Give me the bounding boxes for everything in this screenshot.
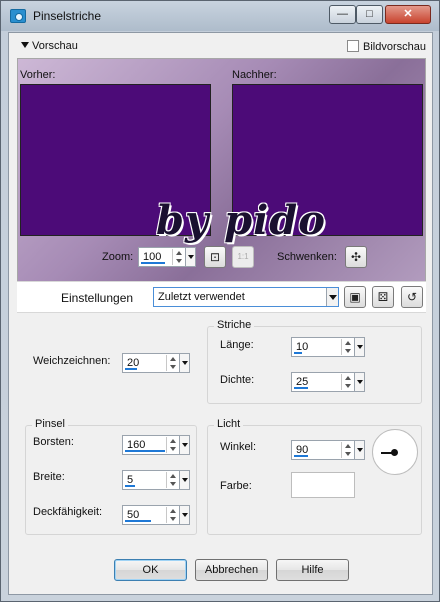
preset-select[interactable]: Zuletzt verwendet <box>153 287 339 307</box>
spin-arrows-icon[interactable] <box>341 442 353 458</box>
dichte-label: Dichte: <box>220 374 255 386</box>
value-indicator <box>294 352 302 354</box>
licht-title: Licht <box>214 418 244 430</box>
dialog-client: Vorschau Bildvorschau Vorher: Nachher: b… <box>8 32 433 595</box>
preview-area: Vorher: Nachher: by pido Zoom: 100 ⊡ 1:1… <box>17 58 426 296</box>
dialog-window: Pinselstriche — □ ✕ Vorschau Bildvorscha… <box>0 0 440 602</box>
weichzeichnen-spinner[interactable]: 20 <box>122 353 190 373</box>
winkel-label: Winkel: <box>220 441 257 453</box>
reset-button[interactable]: ↺ <box>401 286 423 308</box>
spin-arrows-icon[interactable] <box>172 249 184 265</box>
value-indicator <box>294 387 308 389</box>
angle-dial[interactable] <box>372 429 418 475</box>
spin-arrows-icon[interactable] <box>166 437 178 453</box>
pan-label: Schwenken: <box>277 251 337 263</box>
value-indicator <box>125 368 137 370</box>
dropdown-arrow-icon[interactable] <box>326 288 338 306</box>
fit-icon: ⊡ <box>209 250 221 264</box>
dropdown-arrow-icon[interactable] <box>179 506 189 524</box>
zoom-indicator <box>141 262 165 264</box>
borsten-spinner[interactable]: 160 <box>122 435 190 455</box>
help-button[interactable]: Hilfe <box>276 559 349 581</box>
breite-label: Breite: <box>33 471 65 483</box>
app-icon <box>10 9 26 23</box>
dropdown-arrow-icon[interactable] <box>179 354 189 372</box>
move-icon: ✣ <box>350 250 362 264</box>
dropdown-arrow-icon[interactable] <box>185 248 195 266</box>
window-title: Pinselstriche <box>33 9 102 23</box>
spin-arrows-icon[interactable] <box>341 374 353 390</box>
zoom-label: Zoom: <box>102 251 134 263</box>
color-swatch[interactable] <box>291 472 355 498</box>
checkbox-box[interactable] <box>347 40 359 52</box>
preview-toggle-label: Vorschau <box>32 40 78 52</box>
collapse-triangle-icon <box>21 42 29 48</box>
laenge-label: Länge: <box>220 339 254 351</box>
settings-label: Einstellungen <box>61 291 134 305</box>
pinsel-title: Pinsel <box>32 418 68 430</box>
actual-size-icon: 1:1 <box>237 252 249 261</box>
spin-arrows-icon[interactable] <box>166 355 178 371</box>
preview-toggle[interactable]: Vorschau <box>21 40 78 52</box>
randomize-button[interactable]: ⚄ <box>372 286 394 308</box>
dial-center-icon <box>391 449 398 456</box>
winkel-spinner[interactable]: 90 <box>291 440 365 460</box>
bildvorschau-label: Bildvorschau <box>363 41 426 53</box>
deckfaehigkeit-label: Deckfähigkeit: <box>33 506 103 518</box>
spin-arrows-icon[interactable] <box>166 472 178 488</box>
dropdown-arrow-icon[interactable] <box>354 338 364 356</box>
preset-value: Zuletzt verwendet <box>158 291 245 303</box>
zoom-fit-button[interactable]: ⊡ <box>204 246 226 268</box>
value-indicator <box>125 485 135 487</box>
breite-spinner[interactable]: 5 <box>122 470 190 490</box>
spin-arrows-icon[interactable] <box>341 339 353 355</box>
save-preset-button[interactable]: ▣ <box>344 286 366 308</box>
striche-title: Striche <box>214 319 255 331</box>
settings-bar: Einstellungen Zuletzt verwendet ▣ ⚄ ↺ <box>17 281 426 313</box>
bildvorschau-checkbox[interactable]: Bildvorschau <box>347 40 426 53</box>
dice-icon: ⚄ <box>377 290 389 304</box>
laenge-spinner[interactable]: 10 <box>291 337 365 357</box>
save-icon: ▣ <box>349 290 361 304</box>
after-label: Nachher: <box>232 69 277 81</box>
value-indicator <box>125 520 151 522</box>
dropdown-arrow-icon[interactable] <box>179 471 189 489</box>
before-label: Vorher: <box>20 69 56 81</box>
minimize-button[interactable]: — <box>329 5 356 24</box>
watermark-text: by pido <box>156 197 326 244</box>
title-bar[interactable]: Pinselstriche — □ ✕ <box>1 1 439 31</box>
zoom-spinner[interactable]: 100 <box>138 247 196 267</box>
close-button[interactable]: ✕ <box>385 5 431 24</box>
maximize-button[interactable]: □ <box>356 5 383 24</box>
pan-button[interactable]: ✣ <box>345 246 367 268</box>
borsten-label: Borsten: <box>33 436 74 448</box>
reset-icon: ↺ <box>406 290 418 304</box>
dropdown-arrow-icon[interactable] <box>354 441 364 459</box>
cancel-button[interactable]: Abbrechen <box>195 559 268 581</box>
dropdown-arrow-icon[interactable] <box>354 373 364 391</box>
farbe-label: Farbe: <box>220 480 252 492</box>
deckfaehigkeit-spinner[interactable]: 50 <box>122 505 190 525</box>
ok-button[interactable]: OK <box>114 559 187 581</box>
spin-arrows-icon[interactable] <box>166 507 178 523</box>
zoom-actual-button[interactable]: 1:1 <box>232 246 254 268</box>
preview-header: Vorschau Bildvorschau <box>17 37 426 57</box>
dropdown-arrow-icon[interactable] <box>179 436 189 454</box>
value-indicator <box>294 455 308 457</box>
weichzeichnen-label: Weichzeichnen: <box>33 355 111 367</box>
value-indicator <box>125 450 165 452</box>
dichte-spinner[interactable]: 25 <box>291 372 365 392</box>
